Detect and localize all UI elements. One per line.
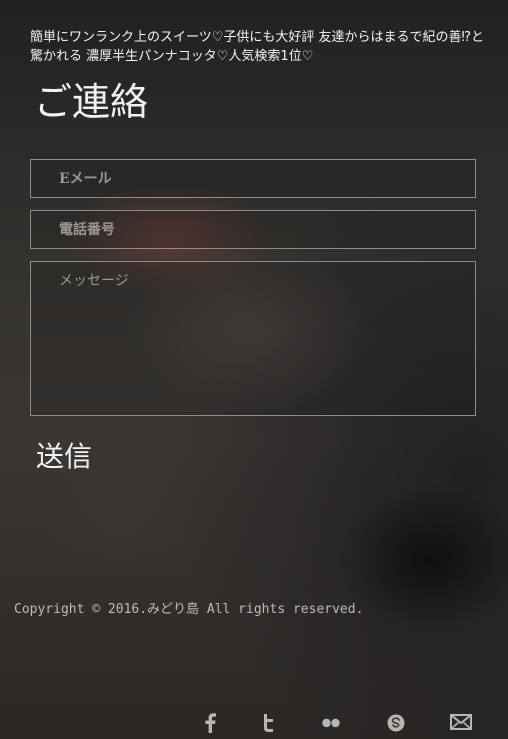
mail-icon[interactable] [450, 713, 472, 735]
email-field[interactable] [31, 160, 475, 197]
phone-field-box [30, 210, 476, 249]
skype-icon[interactable] [385, 713, 407, 735]
submit-button[interactable]: 送信 [36, 438, 92, 476]
page-headline: 簡単にワンランク上のスイーツ♡子供にも大好評 友達からはまるで紀の善⁉と驚かれる… [30, 30, 485, 64]
phone-field[interactable] [31, 211, 475, 248]
copyright-text: Copyright © 2016.みどり島 All rights reserve… [14, 602, 364, 617]
message-field[interactable] [31, 262, 475, 415]
twitter-icon[interactable] [258, 713, 280, 735]
email-field-box [30, 159, 476, 198]
facebook-icon[interactable] [199, 713, 221, 735]
contact-title: ご連絡 [34, 80, 149, 124]
message-field-box [30, 261, 476, 416]
flickr-icon[interactable] [320, 713, 342, 735]
